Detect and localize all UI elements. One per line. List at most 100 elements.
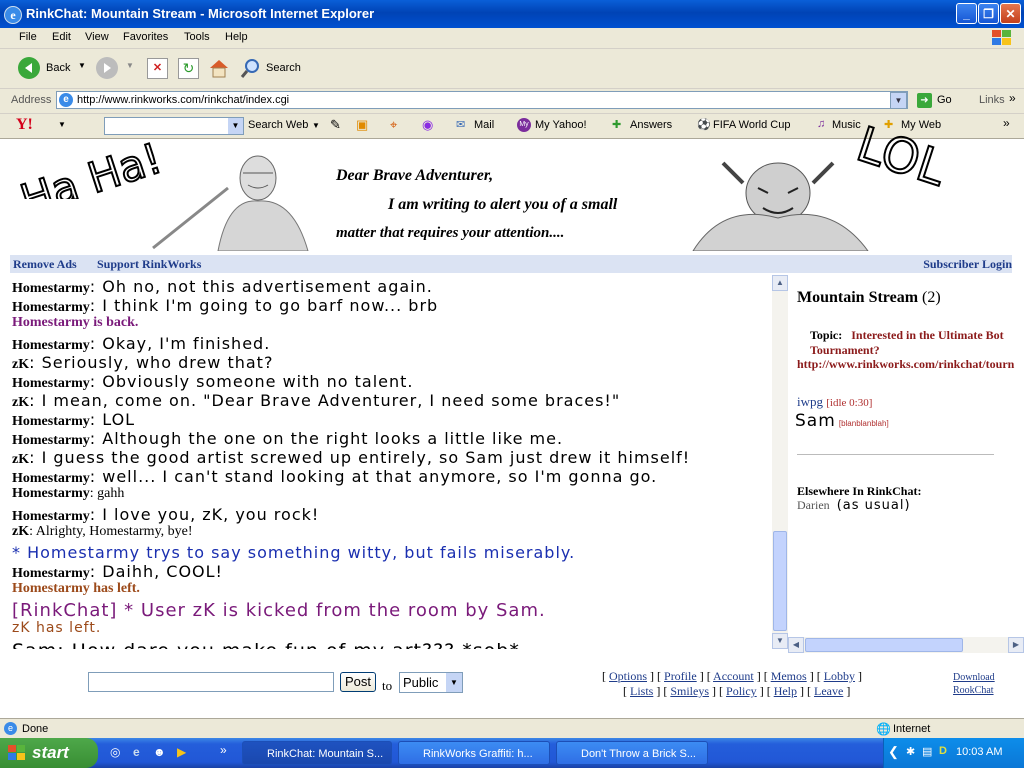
chat-author[interactable]: zK <box>12 452 29 467</box>
stop-icon[interactable]: ✕ <box>147 58 168 79</box>
scroll-thumb[interactable] <box>773 531 787 631</box>
tray-back-icon[interactable]: ❮ <box>888 744 899 760</box>
menu-favorites[interactable]: Favorites <box>123 31 168 43</box>
scroll-right-icon[interactable]: ▶ <box>1008 637 1024 653</box>
footer-link-memos[interactable]: Memos <box>771 669 807 683</box>
links-label[interactable]: Links <box>979 94 1005 106</box>
maximize-button[interactable]: ❐ <box>978 3 999 24</box>
forward-dropdown-icon[interactable]: ▼ <box>126 61 134 70</box>
quicklaunch-messenger-icon[interactable]: ☻ <box>153 745 166 759</box>
go-arrow-icon[interactable]: ➜ <box>917 93 932 108</box>
chat-message-input[interactable] <box>88 672 334 692</box>
chat-author[interactable]: Homestarmy <box>12 300 90 315</box>
search-label[interactable]: Search <box>266 62 301 74</box>
support-rinkworks-link[interactable]: Support RinkWorks <box>97 257 201 272</box>
refresh-icon[interactable]: ↻ <box>178 58 199 79</box>
quicklaunch-ie-icon[interactable]: e <box>133 745 140 759</box>
launchcast-icon[interactable]: ◉ <box>422 117 433 133</box>
footer-link-leave[interactable]: Leave <box>814 684 843 698</box>
menu-edit[interactable]: Edit <box>52 31 71 43</box>
fifa-link[interactable]: FIFA World Cup <box>713 119 790 131</box>
footer-link-help[interactable]: Help <box>774 684 797 698</box>
title-bar: e RinkChat: Mountain Stream - Microsoft … <box>0 0 1024 28</box>
chat-scrollbar[interactable]: ▲ ▼ <box>772 275 788 649</box>
search-web-dropdown-icon[interactable]: ▼ <box>312 121 320 130</box>
task-brick[interactable]: Don't Throw a Brick S... <box>556 741 708 765</box>
chat-author[interactable]: zK <box>12 395 29 410</box>
chat-author[interactable]: Homestarmy <box>12 566 90 581</box>
menu-tools[interactable]: Tools <box>184 31 210 43</box>
banner-ad[interactable]: Dear Brave Adventurer, I am writing to a… <box>148 143 878 251</box>
elsewhere-user[interactable]: Darien <box>797 498 830 512</box>
footer-link-account[interactable]: Account <box>713 669 754 683</box>
post-button[interactable]: Post <box>340 672 376 692</box>
footer-link-lobby[interactable]: Lobby <box>824 669 855 683</box>
back-label[interactable]: Back <box>46 62 70 74</box>
tray-bluetooth-icon[interactable]: ✱ <box>906 745 915 758</box>
footer-link-options[interactable]: Options <box>609 669 647 683</box>
go-button[interactable]: Go <box>937 94 952 106</box>
scroll-up-icon[interactable]: ▲ <box>772 275 788 291</box>
search-icon[interactable] <box>240 57 262 79</box>
footer-link-smileys[interactable]: Smileys <box>670 684 709 698</box>
recipient-dropdown-icon[interactable]: ▼ <box>446 673 462 692</box>
antispy-icon[interactable]: ⌖ <box>390 117 397 133</box>
address-dropdown-icon[interactable]: ▼ <box>890 92 907 109</box>
menu-file[interactable]: File <box>19 31 37 43</box>
start-button[interactable]: start <box>0 738 98 768</box>
my-yahoo-link[interactable]: My Yahoo! <box>535 119 587 131</box>
recipient-select[interactable]: Public ▼ <box>399 672 463 693</box>
download-link[interactable]: Download <box>953 672 995 683</box>
chat-author[interactable]: Homestarmy <box>12 338 90 353</box>
hscroll-thumb[interactable] <box>805 638 963 652</box>
chat-author[interactable]: Homestarmy <box>12 414 90 429</box>
chat-author[interactable]: Homestarmy <box>12 486 90 501</box>
chat-text: : Obviously someone with no talent. <box>89 372 414 391</box>
answers-link[interactable]: Answers <box>630 119 672 131</box>
chat-author[interactable]: zK <box>12 524 29 539</box>
scroll-left-icon[interactable]: ◀ <box>788 637 804 653</box>
topic-url[interactable]: http://www.rinkworks.com/rinkchat/tourn <box>797 357 1024 372</box>
chat-author[interactable]: Homestarmy <box>12 471 90 486</box>
task-graffiti[interactable]: RinkWorks Graffiti: h... <box>398 741 550 765</box>
user-sam[interactable]: Sam [blanblanblah] <box>795 411 889 431</box>
links-chevron-icon[interactable]: » <box>1009 91 1016 105</box>
forward-arrow-icon[interactable] <box>96 57 118 79</box>
mail-link[interactable]: Mail <box>474 119 494 131</box>
chat-author[interactable]: Homestarmy <box>12 433 90 448</box>
rookchat-link[interactable]: RookChat <box>953 685 994 696</box>
popup-blocker-icon[interactable]: ▣ <box>356 117 368 133</box>
highlight-pen-icon[interactable]: ✎ <box>330 117 341 133</box>
subscriber-login-link[interactable]: Subscriber Login <box>923 257 1012 272</box>
menu-view[interactable]: View <box>85 31 109 43</box>
tray-network-icon[interactable]: ▤ <box>922 745 932 758</box>
back-arrow-icon[interactable] <box>18 57 40 79</box>
chat-log: Homestarmy: Oh no, not this advertisemen… <box>0 277 772 649</box>
quicklaunch-media-icon[interactable]: ▶ <box>177 745 186 759</box>
back-dropdown-icon[interactable]: ▼ <box>78 61 86 70</box>
yahoo-search-dropdown-icon[interactable]: ▼ <box>228 118 243 134</box>
close-button[interactable]: ✕ <box>1000 3 1021 24</box>
footer-link-lists[interactable]: Lists <box>630 684 653 698</box>
minimize-button[interactable]: _ <box>956 3 977 24</box>
quicklaunch-more-icon[interactable]: » <box>220 743 227 757</box>
home-icon[interactable] <box>208 57 230 79</box>
clock[interactable]: 10:03 AM <box>956 746 1002 758</box>
user-iwpg[interactable]: iwpg [idle 0:30] <box>797 394 872 410</box>
footer-link-profile[interactable]: Profile <box>664 669 697 683</box>
panel-hscrollbar[interactable]: ◀ ▶ <box>788 637 1024 653</box>
quicklaunch-desktop-icon[interactable]: ◎ <box>110 745 120 759</box>
task-rinkchat[interactable]: RinkChat: Mountain S... <box>242 741 392 765</box>
tray-d-icon[interactable]: D <box>939 745 947 757</box>
chat-author[interactable]: Homestarmy <box>12 281 90 296</box>
chat-author[interactable]: Homestarmy <box>12 376 90 391</box>
chat-author[interactable]: zK <box>12 357 29 372</box>
footer-link-policy[interactable]: Policy <box>726 684 757 698</box>
menu-help[interactable]: Help <box>225 31 248 43</box>
search-web-button[interactable]: Search Web <box>248 119 308 131</box>
scroll-down-icon[interactable]: ▼ <box>772 633 788 649</box>
address-input[interactable]: e http://www.rinkworks.com/rinkchat/inde… <box>56 91 908 109</box>
remove-ads-link[interactable]: Remove Ads <box>13 257 77 272</box>
chat-text: : I guess the good artist screwed up ent… <box>29 448 691 467</box>
chat-author[interactable]: Homestarmy <box>12 509 90 524</box>
